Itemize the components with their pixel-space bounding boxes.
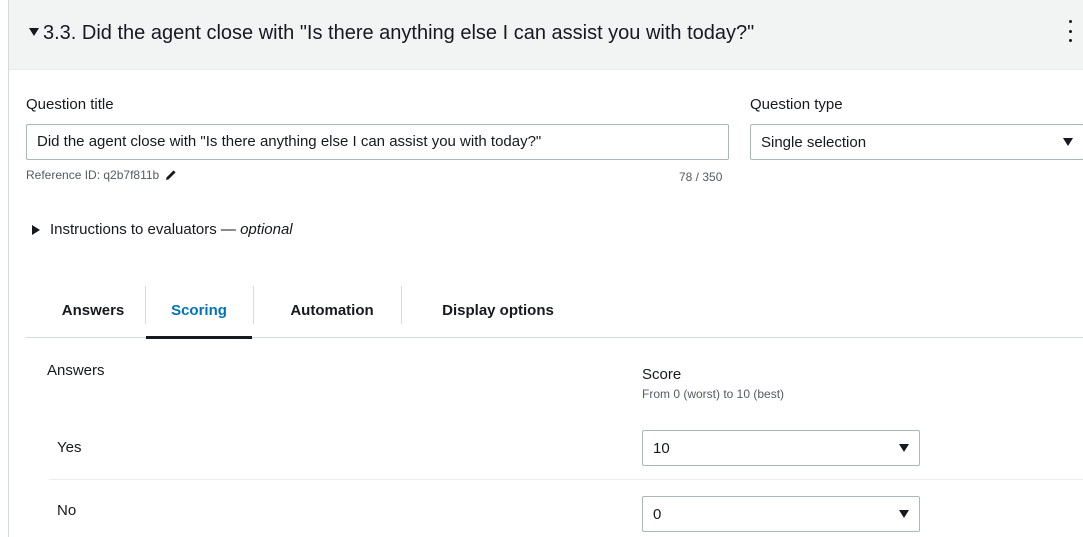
more-options-icon[interactable]	[1065, 20, 1075, 42]
question-type-value: Single selection	[761, 133, 867, 151]
reference-id-text: Reference ID: q2b7f811b	[26, 168, 160, 182]
question-type-select[interactable]: Single selection	[750, 124, 1083, 160]
question-header[interactable]: 3.3. Did the agent close with "Is there …	[9, 0, 1083, 70]
question-card: 3.3. Did the agent close with "Is there …	[8, 0, 1083, 537]
question-title-input[interactable]: Did the agent close with "Is there anyth…	[26, 124, 729, 160]
caret-right-icon	[32, 224, 40, 235]
pencil-icon[interactable]	[165, 169, 177, 181]
dropdown-caret-icon	[899, 510, 909, 518]
caret-down-icon[interactable]	[29, 28, 39, 36]
score-column-header: Score	[642, 366, 682, 383]
question-title-label: Question title	[26, 96, 114, 113]
instructions-toggle[interactable]: Instructions to evaluators — optional	[32, 221, 293, 238]
tab-display-options[interactable]: Display options	[418, 282, 578, 338]
score-value: 0	[653, 505, 662, 523]
answer-label-no: No	[57, 502, 77, 519]
score-select-yes[interactable]: 10	[642, 430, 920, 466]
dropdown-caret-icon	[899, 444, 909, 452]
tab-divider	[401, 286, 402, 324]
question-type-label: Question type	[750, 96, 843, 113]
dropdown-caret-icon	[1063, 138, 1073, 146]
character-count: 78 / 350	[679, 170, 723, 184]
score-value: 10	[653, 439, 670, 457]
score-hint: From 0 (worst) to 10 (best)	[642, 387, 785, 401]
tab-scoring[interactable]: Scoring	[146, 282, 252, 339]
tab-divider	[253, 286, 254, 324]
question-heading: 3.3. Did the agent close with "Is there …	[43, 22, 755, 44]
score-select-no[interactable]: 0	[642, 496, 920, 532]
instructions-label: Instructions to evaluators — optional	[50, 221, 293, 238]
tab-answers[interactable]: Answers	[51, 282, 135, 338]
reference-id: Reference ID: q2b7f811b	[26, 168, 177, 182]
row-divider	[49, 479, 1083, 480]
answer-label-yes: Yes	[57, 439, 82, 456]
tab-automation[interactable]: Automation	[266, 282, 398, 338]
tab-bar: Answers Scoring Automation Display optio…	[26, 282, 1083, 339]
answers-column-header: Answers	[47, 362, 105, 379]
